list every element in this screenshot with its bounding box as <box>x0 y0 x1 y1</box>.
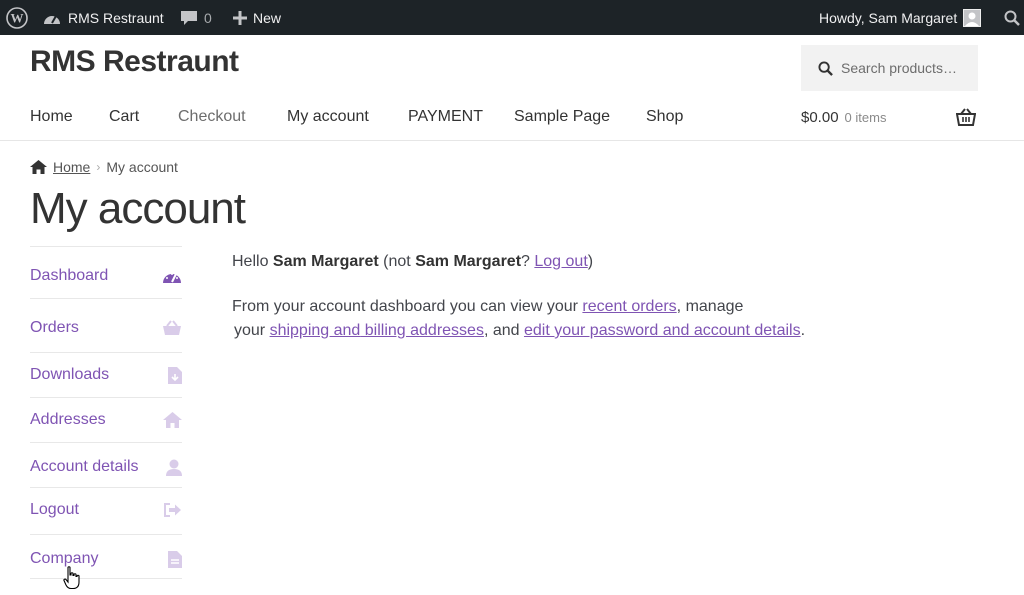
account-nav-label: Dashboard <box>30 267 109 284</box>
account-nav-label: Downloads <box>30 366 110 383</box>
new-label: New <box>253 9 282 26</box>
nav-checkout[interactable]: Checkout <box>178 108 246 126</box>
breadcrumb: Home › My account <box>30 159 178 175</box>
header-divider <box>0 140 1024 141</box>
account-nav-orders[interactable]: Orders <box>30 319 182 337</box>
account-nav-divider <box>30 397 182 398</box>
admin-bar: W RMS Restraunt 0 New Howdy, Sam Margare… <box>0 0 1024 35</box>
breadcrumb-separator: › <box>96 160 101 174</box>
account-nav-label: Account details <box>30 458 139 475</box>
nav-shop[interactable]: Shop <box>646 108 683 126</box>
cart-amount: $0.00 <box>801 109 839 126</box>
basket-icon[interactable] <box>955 108 977 131</box>
dashboard-text: , and <box>483 322 524 339</box>
logout-link[interactable]: Log out <box>534 253 587 270</box>
dashboard-description-line-1: From your account dashboard you can view… <box>232 295 743 319</box>
account-nav-account-details[interactable]: Account details <box>30 458 182 476</box>
greeting-question: ? <box>521 253 535 270</box>
greeting-close: ) <box>587 253 594 270</box>
account-nav-label: Orders <box>30 319 79 336</box>
user-icon <box>166 459 182 476</box>
hand-pointer-icon <box>63 566 81 595</box>
my-account-menu[interactable]: Howdy, Sam Margaret <box>819 0 982 35</box>
dashboard-text: From your account dashboard you can view… <box>232 298 583 315</box>
account-nav-company[interactable]: Company <box>30 550 182 568</box>
site-title[interactable]: RMS Restraunt <box>30 45 239 79</box>
account-details-link[interactable]: edit your password and account details <box>524 322 801 339</box>
recent-orders-link[interactable]: recent orders <box>582 298 676 315</box>
new-content-button[interactable]: New <box>233 0 281 35</box>
greeting-prefix: Hello <box>232 253 273 270</box>
account-nav-downloads[interactable]: Downloads <box>30 366 182 384</box>
avatar <box>963 8 982 27</box>
dashboard-text: . <box>800 322 806 339</box>
dashboard-text: , manage <box>676 298 744 315</box>
search-icon <box>818 60 833 76</box>
account-nav-label: Logout <box>30 501 79 518</box>
breadcrumb-home-link[interactable]: Home <box>53 159 90 175</box>
account-nav-divider <box>30 442 182 443</box>
account-nav-divider <box>30 578 182 579</box>
account-nav-addresses[interactable]: Addresses <box>30 411 182 429</box>
account-nav-dashboard[interactable]: Dashboard <box>30 267 182 285</box>
header-cart-total[interactable]: $0.00 0 items <box>801 109 886 126</box>
file-download-icon <box>168 366 182 384</box>
nav-sample-page[interactable]: Sample Page <box>514 108 610 126</box>
product-search-field[interactable]: Search products… <box>801 45 978 91</box>
comments-button[interactable]: 0 <box>180 0 212 35</box>
greeting-text: Hello Sam Margaret (not Sam Margaret? Lo… <box>232 250 593 274</box>
dashboard-text: your <box>234 322 270 339</box>
search-icon <box>1004 10 1020 26</box>
page-title: My account <box>30 184 246 233</box>
account-nav-divider <box>30 352 182 353</box>
site-name-menu[interactable]: RMS Restraunt <box>42 0 164 35</box>
plus-icon <box>233 10 247 25</box>
site-name-label: RMS Restraunt <box>68 9 164 26</box>
breadcrumb-current: My account <box>106 159 178 175</box>
home-icon <box>163 412 182 428</box>
dashboard-icon <box>162 268 182 284</box>
howdy-label: Howdy, Sam Margaret <box>819 9 958 26</box>
account-nav-divider <box>30 487 182 488</box>
primary-navigation: Home Cart Checkout My account PAYMENT Sa… <box>0 108 700 130</box>
account-nav-divider <box>30 298 182 299</box>
user-name-repeat: Sam Margaret <box>415 253 522 270</box>
shipping-addresses-link[interactable]: shipping and <box>270 322 361 339</box>
nav-home[interactable]: Home <box>30 108 73 126</box>
comment-icon <box>181 10 197 25</box>
user-name: Sam Margaret <box>272 253 379 270</box>
svg-text:W: W <box>11 10 24 25</box>
admin-search-button[interactable] <box>1002 0 1022 35</box>
nav-cart[interactable]: Cart <box>109 108 139 126</box>
nav-payment[interactable]: PAYMENT <box>408 108 483 126</box>
file-icon <box>168 550 182 568</box>
nav-my-account[interactable]: My account <box>287 108 369 126</box>
cart-item-count: 0 items <box>844 110 887 125</box>
wordpress-icon: W <box>6 6 28 29</box>
wordpress-logo-button[interactable]: W <box>4 0 30 35</box>
account-nav-label: Addresses <box>30 411 106 428</box>
billing-addresses-link[interactable]: billing addresses <box>360 322 484 339</box>
home-icon <box>30 160 47 174</box>
dashboard-gauge-icon <box>44 15 60 24</box>
account-nav-top-divider <box>30 246 182 247</box>
dashboard-description-line-2: your shipping and billing addresses, and… <box>234 319 805 343</box>
sign-out-icon <box>164 503 182 517</box>
account-nav-logout[interactable]: Logout <box>30 501 182 519</box>
comments-count: 0 <box>204 9 212 26</box>
search-placeholder: Search products… <box>841 60 957 76</box>
basket-icon <box>162 320 182 336</box>
account-nav-divider <box>30 534 182 535</box>
greeting-not: (not <box>378 253 416 270</box>
account-navigation: Dashboard Orders Downloads Addresses Acc… <box>30 246 182 579</box>
